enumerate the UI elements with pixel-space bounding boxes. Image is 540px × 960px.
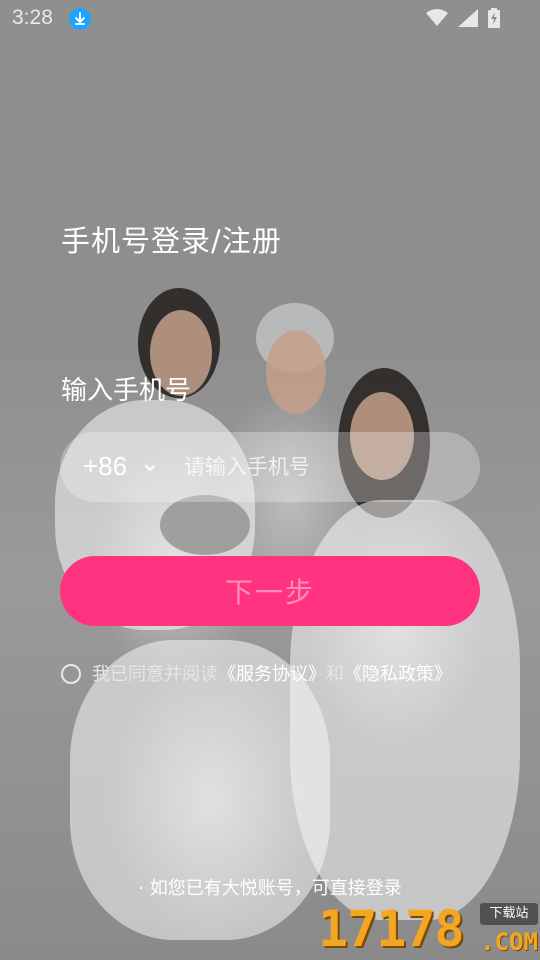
watermark-badge: 下载站 [480,903,538,925]
figure-center-face [266,330,326,414]
page-title: 手机号登录/注册 [61,224,282,258]
privacy-policy-link[interactable]: 《隐私政策》 [344,664,452,685]
wifi-icon [426,9,448,31]
phone-input-group: +86 [60,432,480,502]
direct-login-text[interactable]: 如您已有大悦账号，可直接登录 [150,878,402,899]
watermark-domain: .COM [480,928,538,956]
country-code-selector[interactable]: +86 [83,451,127,482]
service-agreement-link[interactable]: 《服务协议》 [218,664,326,685]
next-step-button[interactable]: 下一步 [60,556,480,626]
watermark-logo: 17178 下载站 .COM [318,900,540,960]
agreement-text: 我已同意并阅读《服务协议》和《隐私政策》 [92,662,472,688]
battery-icon [488,8,500,32]
status-time: 3:28 [12,6,53,29]
cell-signal-icon [458,9,478,31]
status-bar: 3:28 [0,0,540,38]
chevron-down-icon[interactable] [144,459,156,472]
phone-section-label: 输入手机号 [61,376,192,406]
watermark-digits: 17178 [318,900,465,958]
agreement-prefix: 我已同意并阅读 [92,664,218,685]
phone-number-input[interactable] [182,446,466,488]
direct-login-link[interactable]: · 如您已有大悦账号，可直接登录 [0,874,540,900]
agreement-radio[interactable] [61,664,81,684]
agreement-and: 和 [326,664,344,685]
bullet-dot: · [138,878,150,899]
download-icon [69,8,91,30]
